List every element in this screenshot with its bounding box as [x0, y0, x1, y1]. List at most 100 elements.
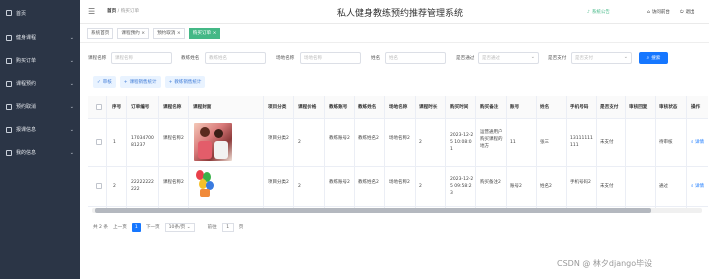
sidebar-item-label: 首页	[16, 10, 27, 17]
col-header: 操作	[691, 105, 701, 110]
chevron-down-icon: ⌄	[69, 103, 74, 110]
breadcrumb-home[interactable]: 首页	[107, 9, 116, 14]
col-header: 订单编号	[131, 105, 150, 110]
row-checkbox[interactable]	[96, 183, 102, 189]
logout-button[interactable]: ⏻ 退出	[680, 9, 695, 15]
phone: 13111111111	[570, 136, 593, 148]
name: 张三	[540, 140, 549, 145]
user-icon	[6, 149, 12, 156]
price: 2	[298, 140, 301, 145]
audit-status: 待审核	[659, 140, 673, 145]
sidebar-item-label: 课程预约	[16, 81, 37, 87]
chevron-down-icon: ⌄	[69, 126, 74, 133]
coach-name-input[interactable]: 教练姓名	[205, 52, 266, 64]
tab-booking[interactable]: 课程预约 ×	[117, 27, 150, 39]
sidebar-item-home[interactable]: 首页	[0, 0, 80, 26]
table-row[interactable]: 1 1703470081237 课程名称2 项目分类2 2 教练账号2 教练姓名…	[88, 119, 708, 167]
venue: 场地名称2	[389, 180, 410, 185]
sidebar-item-label: 购买订单	[16, 58, 37, 64]
goto-label: 前往	[207, 225, 217, 230]
logout-icon: ⏻	[680, 10, 684, 15]
venue-name-input[interactable]: 场地名称	[300, 52, 361, 64]
plus-icon: +	[168, 79, 173, 85]
order-number: 1703470081237	[131, 136, 154, 148]
table-row[interactable]: 2 22222222222 课程名称2 项目分类2 2 教练账号2 教练姓名2 …	[88, 167, 708, 207]
account: 11	[510, 140, 516, 145]
purchase-remark: 购买备注2	[480, 180, 501, 185]
audit-button[interactable]: ✓ 审核	[93, 76, 116, 88]
coach-name: 教练姓名2	[358, 180, 379, 185]
filter-label-course: 课程名称	[88, 56, 107, 61]
sidebar-item-label: 报课信息	[16, 127, 37, 133]
sidebar-item-cancel[interactable]: 预约取消 ⌄	[0, 95, 80, 118]
sidebar-item-label: 健身课程	[16, 35, 37, 41]
sidebar-item-courses[interactable]: 健身课程 ⌄	[0, 26, 80, 49]
announcement-label: 系统公告	[591, 10, 610, 15]
calendar-icon	[6, 80, 12, 87]
page-unit-label: 页	[238, 225, 244, 230]
chevron-down-icon: ⌄	[69, 34, 74, 41]
row-index: 1	[113, 140, 116, 145]
announcement-button[interactable]: ♪ 系统公告	[587, 9, 610, 16]
frontend-label: 访问前台	[651, 10, 670, 15]
select-all-checkbox[interactable]	[96, 104, 102, 110]
sidebar-item-report[interactable]: 报课信息 ⌄	[0, 118, 80, 141]
course-stats-button[interactable]: + 课程销售统计	[119, 76, 161, 88]
col-header: 课程名称	[163, 105, 182, 110]
approved-select[interactable]: 是否通过	[478, 52, 539, 64]
page-size-select[interactable]: 10条/页 ⌄	[164, 222, 195, 232]
coach-name: 教练姓名2	[358, 136, 379, 141]
photo-detail	[214, 141, 228, 159]
prev-page-button[interactable]: 上一页	[113, 224, 127, 230]
course-stats-label: 课程销售统计	[129, 80, 157, 85]
search-button-label: 搜索	[651, 56, 661, 61]
coach-stats-label: 教练销售统计	[174, 80, 202, 85]
page-number[interactable]: 1	[131, 222, 141, 232]
tab-home[interactable]: 系统首页	[87, 27, 114, 39]
search-button[interactable]: ⌕ 搜索	[639, 52, 668, 64]
row-checkbox[interactable]	[96, 139, 102, 145]
tab-orders[interactable]: 购买订单 ×	[188, 27, 221, 39]
filter-label-paid: 是否支付	[548, 56, 567, 61]
home-icon	[6, 10, 12, 16]
photo-detail	[200, 127, 210, 137]
frontend-button[interactable]: ⌂ 访问前台	[647, 9, 670, 16]
menu-fold-icon[interactable]: ☰	[88, 7, 95, 16]
sidebar-item-orders[interactable]: 购买订单 ⌄	[0, 49, 80, 72]
col-header: 账号	[510, 105, 520, 110]
coach-account: 教练账号2	[329, 136, 350, 141]
col-header: 课程价格	[298, 105, 317, 110]
paid-select[interactable]: 是否支付	[571, 52, 632, 64]
coach-stats-button[interactable]: + 教练销售统计	[164, 76, 206, 88]
check-icon: ✓	[97, 79, 101, 85]
col-header: 购买备注	[480, 105, 499, 110]
table-scrollbar[interactable]	[92, 208, 702, 213]
course-cover-image	[194, 123, 232, 161]
chevron-down-icon: ⌄	[69, 149, 74, 156]
next-page-button[interactable]: 下一页	[146, 224, 160, 230]
bell-icon: ♪	[587, 9, 590, 15]
duration: 2	[419, 184, 422, 189]
detail-link[interactable]: ⌕ 详情	[691, 139, 704, 145]
audit-label: 审核	[102, 80, 112, 85]
audit-status: 通过	[659, 184, 668, 189]
paid-status: 未支付	[600, 140, 614, 145]
scrollbar-thumb[interactable]	[95, 208, 651, 213]
name-input[interactable]: 姓名	[385, 52, 446, 64]
cancel-icon	[6, 103, 12, 110]
col-header: 姓名	[540, 105, 550, 110]
course-name-input[interactable]: 课程名称	[111, 52, 172, 64]
table-actions: ✓ 审核 + 课程销售统计 + 教练销售统计	[93, 76, 206, 88]
col-header: 序号	[112, 105, 122, 110]
col-header: 课程时长	[419, 105, 438, 110]
tab-cancel[interactable]: 预约取消 ×	[153, 27, 185, 39]
detail-link[interactable]: ⌕ 详情	[691, 183, 704, 189]
filter-label-venue: 场地名称	[276, 56, 295, 61]
category: 项目分类2	[268, 136, 289, 141]
col-header: 购买时间	[450, 105, 469, 110]
search-icon: ⌕	[691, 184, 694, 189]
purchase-time: 2023-12-25 09:58:23	[450, 177, 474, 196]
sidebar-item-profile[interactable]: 我的信息 ⌄	[0, 141, 80, 164]
goto-page-input[interactable]: 1	[221, 222, 234, 232]
sidebar-item-booking[interactable]: 课程预约 ⌄	[0, 72, 80, 95]
